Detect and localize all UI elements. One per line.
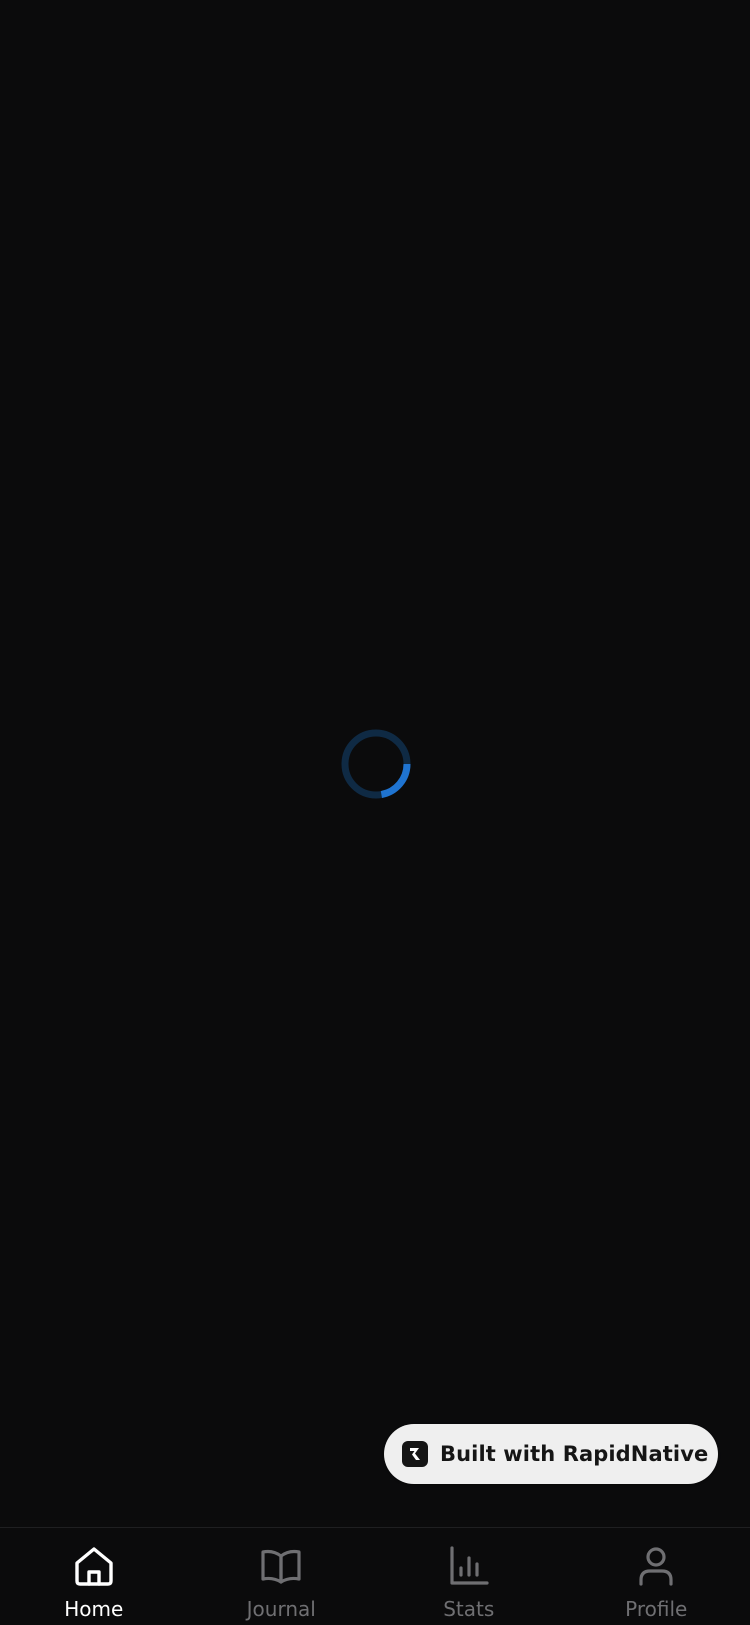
app-screen: Built with RapidNative Home Journal: [0, 0, 750, 1624]
tab-profile[interactable]: Profile: [563, 1528, 750, 1625]
tab-journal[interactable]: Journal: [188, 1528, 376, 1625]
user-icon: [634, 1544, 678, 1588]
tab-journal-label: Journal: [247, 1598, 316, 1620]
rapidnative-logo-icon: [402, 1441, 428, 1467]
tab-stats-label: Stats: [443, 1598, 494, 1620]
badge-label: Built with RapidNative: [440, 1442, 708, 1466]
tab-home-label: Home: [64, 1598, 123, 1620]
built-with-rapidnative-badge[interactable]: Built with RapidNative: [384, 1424, 718, 1484]
tab-profile-label: Profile: [625, 1598, 687, 1620]
loading-spinner-icon: [340, 728, 412, 800]
home-icon: [72, 1544, 116, 1588]
bar-chart-icon: [447, 1544, 491, 1588]
tab-stats[interactable]: Stats: [375, 1528, 563, 1625]
tab-home[interactable]: Home: [0, 1528, 188, 1625]
book-open-icon: [259, 1544, 303, 1588]
bottom-tab-bar: Home Journal Stats Profile: [0, 1527, 750, 1625]
